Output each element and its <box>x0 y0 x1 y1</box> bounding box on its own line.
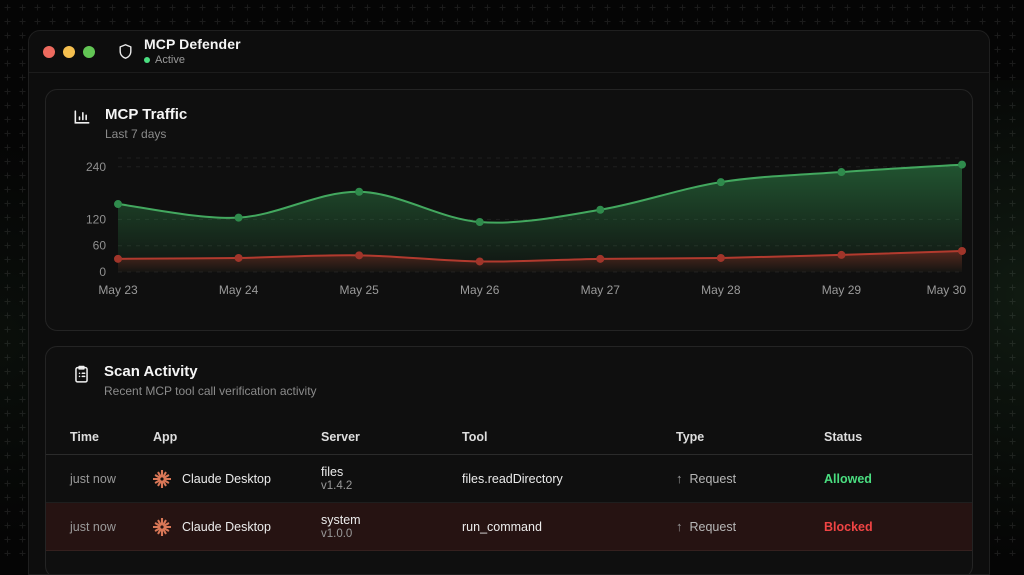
svg-text:120: 120 <box>86 212 106 226</box>
status-badge-blocked: Blocked <box>824 520 972 534</box>
svg-text:May 23: May 23 <box>98 283 138 297</box>
chart-data-point <box>717 254 725 262</box>
mcp-traffic-card: MCP Traffic Last 7 days 0 60 120 240 May 23 M… <box>45 89 973 331</box>
chart-data-point <box>235 214 243 222</box>
traffic-card-subtitle: Last 7 days <box>105 127 187 141</box>
chart-data-point <box>235 254 243 262</box>
svg-text:May 27: May 27 <box>581 283 621 297</box>
col-header-app: App <box>153 430 321 452</box>
chart-data-point <box>837 251 845 259</box>
chart-data-point <box>114 255 122 263</box>
chart-data-point <box>114 200 122 208</box>
cell-app: Claude Desktop <box>182 520 271 534</box>
clipboard-icon <box>72 364 91 389</box>
svg-text:May 26: May 26 <box>460 283 500 297</box>
cell-time: just now <box>46 472 153 486</box>
cell-server-name: files <box>321 465 462 479</box>
col-header-type: Type <box>676 430 824 452</box>
svg-text:May 28: May 28 <box>701 283 741 297</box>
request-arrow-icon: ↑ <box>676 519 683 534</box>
close-button[interactable] <box>43 46 55 58</box>
svg-text:May 29: May 29 <box>822 283 862 297</box>
chart-data-point <box>837 168 845 176</box>
col-header-time: Time <box>46 430 153 452</box>
app-window: MCP Defender Active MCP Traffic Last 7 d… <box>28 30 990 575</box>
svg-text:240: 240 <box>86 160 106 174</box>
cell-tool: files.readDirectory <box>462 472 676 486</box>
col-header-tool: Tool <box>462 430 676 452</box>
cell-app: Claude Desktop <box>182 472 271 486</box>
cell-time: just now <box>46 520 153 534</box>
cell-server-name: system <box>321 513 462 527</box>
table-row-allowed[interactable]: just now Claude Desktop files v1.4.2 fil… <box>46 455 972 503</box>
cell-server-version: v1.0.0 <box>321 528 462 540</box>
svg-text:0: 0 <box>99 265 106 279</box>
chart-data-point <box>596 255 604 263</box>
traffic-card-title: MCP Traffic <box>105 106 187 124</box>
svg-text:May 25: May 25 <box>339 283 379 297</box>
svg-text:May 30: May 30 <box>927 283 967 297</box>
claude-logo-icon <box>153 470 171 488</box>
col-header-server: Server <box>321 430 462 452</box>
chart-data-point <box>958 161 966 169</box>
cell-tool: run_command <box>462 520 676 534</box>
scan-activity-card: Scan Activity Recent MCP tool call verif… <box>45 346 973 575</box>
chart-data-point <box>476 218 484 226</box>
chart-data-point <box>958 247 966 255</box>
table-row-blocked[interactable]: just now Claude Desktop system v1.0.0 ru… <box>46 503 972 551</box>
table-header-row: Time App Server Tool Type Status <box>46 427 972 455</box>
chart-data-point <box>355 251 363 259</box>
traffic-area-chart: 0 60 120 240 May 23 May 24 May 25 May 26 May 27 M… <box>70 150 968 302</box>
svg-text:60: 60 <box>93 239 107 253</box>
app-title: MCP Defender <box>144 37 241 52</box>
active-status-dot <box>144 57 150 63</box>
svg-text:May 24: May 24 <box>219 283 259 297</box>
col-header-status: Status <box>824 430 972 452</box>
scan-card-subtitle: Recent MCP tool call verification activi… <box>104 384 317 398</box>
cell-server-version: v1.4.2 <box>321 480 462 492</box>
scan-activity-table: Time App Server Tool Type Status just no… <box>46 427 972 551</box>
chart-data-point <box>476 257 484 265</box>
minimize-button[interactable] <box>63 46 75 58</box>
cell-type: Request <box>690 472 737 486</box>
chart-data-point <box>596 206 604 214</box>
claude-logo-icon <box>153 518 171 536</box>
cell-type: Request <box>690 520 737 534</box>
title-bar: MCP Defender Active <box>29 31 989 73</box>
chart-data-point <box>355 188 363 196</box>
active-status-label: Active <box>155 54 185 66</box>
bar-chart-icon <box>72 107 92 132</box>
chart-data-point <box>717 178 725 186</box>
status-badge-allowed: Allowed <box>824 472 972 486</box>
zoom-button[interactable] <box>83 46 95 58</box>
request-arrow-icon: ↑ <box>676 471 683 486</box>
scan-card-title: Scan Activity <box>104 363 317 381</box>
traffic-lights <box>43 46 95 58</box>
shield-icon <box>117 42 134 61</box>
